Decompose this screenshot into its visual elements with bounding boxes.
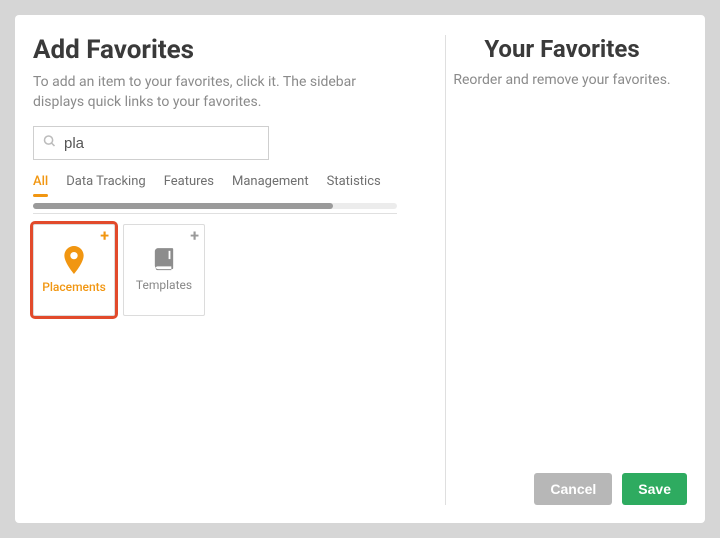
panel-divider bbox=[445, 35, 446, 505]
your-favorites-subtitle: Reorder and remove your favorites. bbox=[437, 71, 687, 91]
tab-all[interactable]: All bbox=[33, 168, 48, 199]
search-input[interactable] bbox=[33, 126, 269, 160]
list-separator bbox=[33, 213, 397, 214]
item-label: Templates bbox=[136, 278, 192, 292]
location-pin-icon bbox=[63, 246, 85, 274]
save-button[interactable]: Save bbox=[622, 473, 687, 505]
item-label: Placements bbox=[42, 280, 106, 294]
add-favorites-modal: Add Favorites To add an item to your fav… bbox=[15, 15, 705, 523]
tab-statistics[interactable]: Statistics bbox=[327, 168, 381, 199]
modal-footer: Cancel Save bbox=[437, 473, 687, 505]
add-favorites-title: Add Favorites bbox=[33, 35, 397, 65]
search-field bbox=[33, 126, 269, 160]
tab-data-tracking[interactable]: Data Tracking bbox=[66, 168, 145, 199]
item-templates[interactable]: + Templates bbox=[123, 224, 205, 316]
favorite-items-grid: + Placements + Templates bbox=[33, 224, 397, 316]
tabs-scrollbar-thumb[interactable] bbox=[33, 203, 333, 209]
category-tabs: All Data Tracking Features Management St… bbox=[33, 168, 397, 199]
tab-management[interactable]: Management bbox=[232, 168, 309, 199]
your-favorites-title: Your Favorites bbox=[437, 35, 687, 63]
add-favorites-subtitle: To add an item to your favorites, click … bbox=[33, 73, 397, 112]
item-placements[interactable]: + Placements bbox=[33, 224, 115, 316]
plus-icon: + bbox=[100, 228, 109, 244]
add-favorites-panel: Add Favorites To add an item to your fav… bbox=[15, 15, 415, 523]
book-icon bbox=[153, 248, 175, 272]
tab-features[interactable]: Features bbox=[164, 168, 214, 199]
your-favorites-panel: Your Favorites Reorder and remove your f… bbox=[415, 15, 705, 523]
tabs-scrollbar-track[interactable] bbox=[33, 203, 397, 209]
plus-icon: + bbox=[190, 228, 199, 244]
search-icon bbox=[42, 134, 57, 153]
cancel-button[interactable]: Cancel bbox=[534, 473, 612, 505]
